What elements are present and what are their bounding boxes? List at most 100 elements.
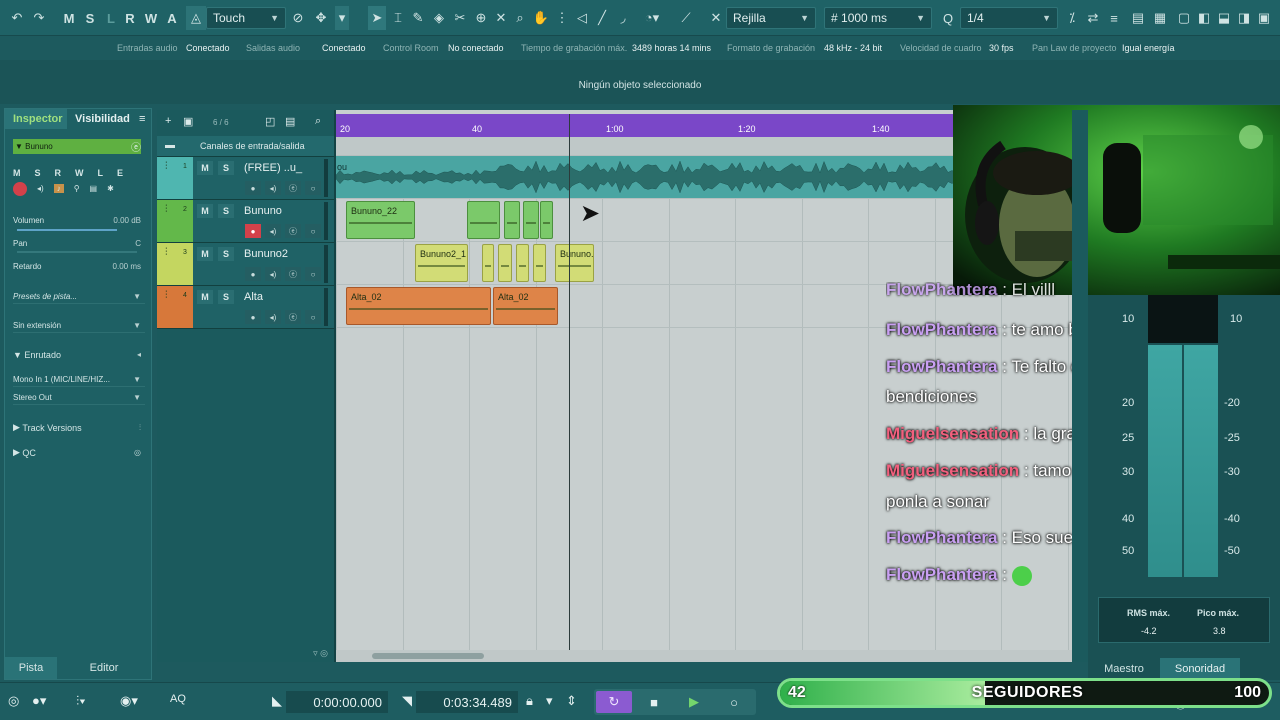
volume-fader[interactable] [17,229,117,231]
grid-select[interactable]: # 1000 ms ▼ [824,7,932,29]
tab-inspector[interactable]: Inspector [5,109,67,129]
layout-left-icon[interactable]: ◧ [1196,6,1212,30]
playhead-cursor[interactable] [569,114,570,662]
inspector-edit-button[interactable]: E [117,168,123,178]
visibility-icon[interactable]: ◰ [265,115,275,128]
track-header[interactable]: ⫶ 4 M S Alta ● ◂) ⓔ ○ [157,286,334,329]
freeze-icon[interactable]: ⚲ [74,184,80,193]
iq-icon[interactable]: ⇄ [1085,6,1101,30]
edit-channel-icon[interactable]: ⓔ [131,139,143,154]
inspector-write-button[interactable]: W [75,168,84,178]
search-icon[interactable]: ⌕ [315,115,321,128]
pan-slider[interactable] [17,251,137,253]
audio-event[interactable] [498,244,512,282]
quantize-select[interactable]: 1/4 ▼ [960,7,1058,29]
zoom-icon[interactable]: ⌕ [512,6,528,30]
mode-r-button[interactable]: R [123,6,137,30]
pencil-icon[interactable]: ✎ [410,6,426,30]
automation-icon[interactable]: ○ [305,181,321,195]
play-tool-icon[interactable]: ◁ [574,6,590,30]
automation-icon[interactable]: ◬ [186,6,206,30]
settings-icon[interactable]: ✱ [107,184,114,193]
mode-s-button[interactable]: S [83,6,97,30]
volume-row[interactable]: Volumen 0.00 dB [13,213,145,228]
track-solo-button[interactable]: S [218,161,234,175]
time-position-display[interactable]: 0:00:00.000 [286,691,388,713]
inspector-read-button[interactable]: R [55,168,62,178]
tab-loudness[interactable]: Sonoridad [1160,658,1240,680]
performance-icon[interactable]: ◎ [8,693,19,709]
tab-pista[interactable]: Pista [5,657,57,679]
tab-editor[interactable]: Editor [57,657,151,679]
audio-event[interactable] [467,201,500,239]
chevron-down-icon[interactable]: ▾ [335,6,349,30]
audio-mode-icon[interactable]: ⫶▾ [76,693,86,709]
lanes-icon[interactable]: ▤ [90,184,98,193]
edit-channel-icon[interactable]: ⓔ [285,310,301,324]
track-solo-button[interactable]: S [218,290,234,304]
record-enable-icon[interactable]: ● [245,267,261,281]
monitor-icon[interactable]: ◂) [265,310,281,324]
snap-toggle-icon[interactable]: ✕ [708,6,724,30]
snap-type-select[interactable]: Rejilla ▼ [726,7,816,29]
automation-icon[interactable]: ○ [305,267,321,281]
layout-full-icon[interactable]: ▣ [1256,6,1272,30]
inspector-track-name[interactable]: ▼ Bununo [13,139,141,154]
folder-track[interactable]: ▬ Canales de entrada/salida [157,136,334,157]
record-button[interactable]: ○ [716,691,752,713]
edit-channel-icon[interactable]: ⓔ [285,267,301,281]
timewarp-icon[interactable]: ◞ [614,6,632,30]
left-locator-icon[interactable]: ◣ [272,693,282,709]
track-mute-button[interactable]: M [197,247,213,261]
touch-mode-select[interactable]: Touch ▼ [206,7,286,29]
record-enable-icon[interactable]: ● [245,310,261,324]
input-routing-select[interactable]: Mono In 1 (MIC/LINE/HIZ... ▼ [13,372,145,387]
edit-icon[interactable]: ⊘ [290,6,306,30]
track-versions-section[interactable]: ▶ Track Versions ⫶ [13,420,145,435]
swing-icon[interactable]: ⁒ [1064,6,1080,30]
mode-w-button[interactable]: W [143,6,159,30]
audio-event[interactable] [516,244,529,282]
track-name[interactable]: Alta [244,291,263,303]
mode-m-button[interactable]: M [62,6,76,30]
audio-event[interactable] [504,201,520,239]
edit-channel-icon[interactable]: ⓔ [285,224,301,238]
range-icon[interactable]: ⌶ [390,6,406,30]
track-name[interactable]: Bununo2 [244,248,288,260]
speech-bubble-icon[interactable]: ◔▾ [640,6,664,30]
inspector-listen-button[interactable]: L [98,168,104,178]
track-header[interactable]: ⫶ 1 M S (FREE) ..u_ ● ◂) ⓔ ○ [157,157,334,200]
tab-visibility[interactable]: Visibilidad [67,109,139,129]
auto-scroll-icon[interactable]: ⟋ [678,6,694,30]
audio-event[interactable]: Bununo2_1 [415,244,468,282]
lock-time-icon[interactable]: 🔒︎ [526,693,533,709]
tab-master[interactable]: Maestro [1088,658,1160,680]
layout-bottom-icon[interactable]: ⬓ [1216,6,1232,30]
eraser-icon[interactable]: ◈ [431,6,447,30]
grid-view-icon[interactable]: ▦ [1152,6,1168,30]
lock-icon[interactable]: ♪ [53,184,64,193]
comp-icon[interactable]: ⋮ [554,6,570,30]
locator-down-icon[interactable]: ▾ [546,693,553,709]
track-header[interactable]: ⫶ 3 M S Bununo2 ● ◂) ⓔ ○ [157,243,334,286]
audio-event[interactable]: Bununo. [555,244,594,282]
horizontal-scrollbar[interactable] [336,650,1072,662]
pan-row[interactable]: Pan C [13,236,145,251]
track-mute-button[interactable]: M [197,290,213,304]
track-solo-button[interactable]: S [218,204,234,218]
stop-button[interactable]: ■ [636,691,672,713]
track-name[interactable]: (FREE) ..u_ [244,162,302,174]
media-icon[interactable]: ▤ [1130,6,1146,30]
monitor-icon[interactable]: ◂) [265,181,281,195]
redo-icon[interactable]: ↷ [30,6,48,30]
monitor-icon[interactable]: ◂) [37,184,44,193]
audio-event[interactable] [482,244,494,282]
move-icon[interactable]: ✥ [313,6,329,30]
record-enable-icon[interactable]: ● [245,181,261,195]
automation-icon[interactable]: ○ [305,310,321,324]
menu-icon[interactable]: ≡ [139,109,151,129]
punch-range-icon[interactable]: ⇕ [566,693,577,709]
play-button[interactable]: ▶ [676,691,712,713]
scissors-icon[interactable]: ✂ [452,6,468,30]
audio-event[interactable] [533,244,546,282]
